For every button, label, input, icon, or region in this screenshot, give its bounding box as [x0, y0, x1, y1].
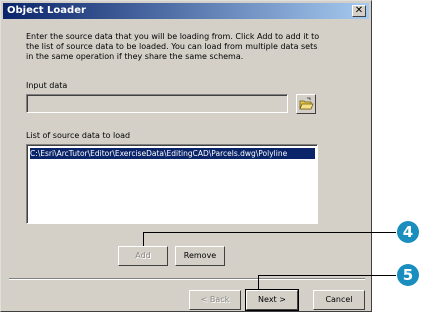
close-icon: ✕ — [354, 5, 364, 16]
callout-5-leader-vertical — [258, 275, 259, 290]
callout-4-badge: 4 — [397, 221, 419, 243]
callout-5-leader-horizontal — [258, 275, 396, 276]
open-folder-icon — [299, 97, 314, 110]
input-data-label: Input data — [26, 81, 68, 90]
add-button[interactable]: Add — [118, 246, 168, 266]
object-loader-dialog: Object Loader ✕ Enter the source data th… — [0, 0, 372, 312]
callout-4-leader-horizontal — [143, 232, 396, 233]
title-bar[interactable]: Object Loader ✕ — [3, 3, 369, 19]
callout-5-badge: 5 — [397, 264, 419, 286]
remove-button[interactable]: Remove — [175, 246, 225, 266]
window-title: Object Loader — [7, 5, 86, 16]
instructions-text: Enter the source data that you will be l… — [26, 32, 320, 61]
list-item[interactable]: C:\Esri\ArcTutor\Editor\ExerciseData\Edi… — [30, 148, 315, 159]
source-data-list[interactable]: C:\Esri\ArcTutor\Editor\ExerciseData\Edi… — [26, 144, 318, 224]
cancel-button[interactable]: Cancel — [313, 290, 365, 310]
source-list-label: List of source data to load — [26, 131, 131, 140]
back-button[interactable]: < Back — [189, 290, 241, 310]
close-button[interactable]: ✕ — [352, 5, 366, 17]
divider — [9, 278, 365, 280]
input-data-field[interactable] — [26, 94, 288, 113]
callout-4-leader-vertical — [143, 232, 144, 246]
next-button[interactable]: Next > — [245, 289, 299, 311]
browse-button[interactable] — [296, 94, 316, 114]
